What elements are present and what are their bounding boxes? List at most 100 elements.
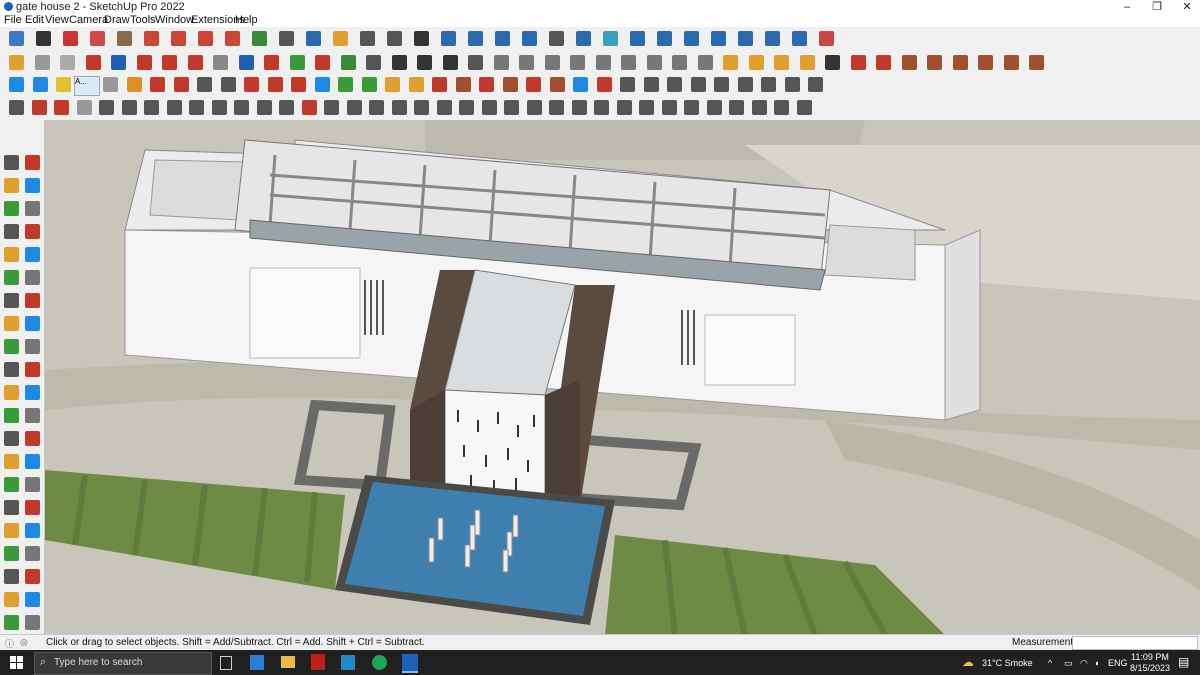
sandbox-icon[interactable] (4, 592, 19, 607)
tb2-tool-icon[interactable] (544, 55, 560, 70)
tb3-tool-icon[interactable] (761, 77, 776, 92)
taskbar-app-calculator-icon[interactable] (250, 655, 264, 670)
tb1-tool-icon[interactable] (90, 31, 105, 46)
tb2-tool-icon[interactable] (825, 55, 840, 70)
tb3-tool-icon[interactable] (737, 77, 753, 92)
tb1-tool-icon[interactable] (117, 31, 132, 46)
tb2-tool-icon[interactable] (315, 55, 330, 70)
tb4-tool-icon[interactable] (54, 100, 69, 115)
tb4-tool-icon[interactable] (729, 100, 744, 115)
arc-3pt-icon[interactable] (4, 316, 19, 331)
menu-edit[interactable]: Edit (25, 14, 44, 27)
tb2-tool-icon[interactable] (111, 55, 126, 70)
tb1-tool-icon[interactable] (306, 31, 321, 46)
protractor-icon[interactable] (4, 431, 19, 446)
tb3-tool-icon[interactable] (808, 77, 823, 92)
tb4-tool-icon[interactable] (639, 100, 654, 115)
tb1-tool-icon[interactable] (171, 31, 186, 46)
look-around-icon[interactable] (25, 546, 40, 561)
tb2-tool-icon[interactable] (340, 55, 356, 70)
tb4-tool-icon[interactable] (279, 100, 294, 115)
tb1-tool-icon[interactable] (36, 31, 51, 46)
zoom-icon[interactable] (4, 500, 19, 515)
component-icon[interactable] (4, 201, 19, 216)
tb2-tool-icon[interactable] (9, 55, 24, 70)
tb2-tool-icon[interactable] (1003, 55, 1019, 70)
acrobat-icon[interactable] (311, 654, 325, 670)
active-tool-tooltip[interactable]: A... (74, 76, 100, 96)
tb4-tool-icon[interactable] (256, 100, 272, 115)
rotated-rectangle-icon[interactable] (25, 247, 40, 262)
tb1-tool-icon[interactable] (711, 31, 726, 46)
tb1-tool-icon[interactable] (252, 31, 267, 46)
tb2-tool-icon[interactable] (672, 55, 687, 70)
tb2-tool-icon[interactable] (850, 55, 866, 70)
tb2-tool-icon[interactable] (1029, 55, 1044, 70)
previous-view-icon[interactable] (25, 523, 40, 538)
tb3-tool-icon[interactable] (244, 77, 259, 92)
rectangle-icon[interactable] (4, 247, 19, 262)
tb3-tool-icon[interactable] (479, 77, 494, 92)
store-icon[interactable] (341, 655, 355, 670)
tb3-tool-icon[interactable] (9, 77, 24, 92)
windows-start-icon[interactable] (10, 656, 23, 669)
tb1-tool-icon[interactable] (441, 31, 456, 46)
position-camera-icon[interactable] (4, 546, 19, 561)
tb4-tool-icon[interactable] (189, 100, 204, 115)
tb4-tool-icon[interactable] (661, 100, 677, 115)
tb3-tool-icon[interactable] (361, 77, 377, 92)
tb4-tool-icon[interactable] (76, 100, 92, 115)
push-pull-icon[interactable] (25, 339, 40, 354)
select-icon[interactable] (4, 155, 19, 170)
tb4-tool-icon[interactable] (616, 100, 632, 115)
tb3-tool-icon[interactable] (432, 77, 447, 92)
tb2-tool-icon[interactable] (621, 55, 636, 70)
tb2-tool-icon[interactable] (289, 55, 305, 70)
tb3-tool-icon[interactable] (173, 77, 189, 92)
file-explorer-icon[interactable] (281, 656, 295, 668)
tb2-tool-icon[interactable] (876, 55, 891, 70)
tb1-tool-icon[interactable] (576, 31, 591, 46)
axes-icon[interactable] (25, 431, 40, 446)
tb4-tool-icon[interactable] (99, 100, 114, 115)
tb3-tool-icon[interactable] (150, 77, 165, 92)
tb1-tool-icon[interactable] (765, 31, 780, 46)
3d-text-icon[interactable] (25, 454, 40, 469)
dimension-icon[interactable] (4, 454, 19, 469)
tb4-tool-icon[interactable] (504, 100, 519, 115)
sketchup-taskbar-icon[interactable] (402, 654, 418, 673)
tb1-tool-icon[interactable] (657, 31, 672, 46)
menu-view[interactable]: View (45, 14, 69, 27)
tb4-tool-icon[interactable] (346, 100, 362, 115)
tb4-tool-icon[interactable] (684, 100, 699, 115)
menu-tools[interactable]: Tools (130, 14, 156, 27)
tb1-tool-icon[interactable] (333, 31, 348, 46)
menu-help[interactable]: Help (235, 14, 258, 27)
tb2-tool-icon[interactable] (238, 55, 254, 70)
tb2-tool-icon[interactable] (595, 55, 611, 70)
tb2-tool-icon[interactable] (136, 55, 152, 70)
follow-me-icon[interactable] (25, 362, 40, 377)
orbit-icon-2[interactable] (4, 477, 19, 492)
edge-icon[interactable] (372, 655, 387, 670)
tb4-tool-icon[interactable] (594, 100, 609, 115)
tb2-tool-icon[interactable] (748, 55, 764, 70)
tb1-tool-icon[interactable] (198, 31, 213, 46)
tb3-tool-icon[interactable] (596, 77, 612, 92)
tb2-tool-icon[interactable] (417, 55, 432, 70)
tb3-tool-icon[interactable] (502, 77, 518, 92)
language-indicator[interactable]: ENG (1108, 658, 1128, 668)
tb2-tool-icon[interactable] (85, 55, 101, 70)
tb2-tool-icon[interactable] (493, 55, 509, 70)
tb1-tool-icon[interactable] (684, 31, 699, 46)
tb4-tool-icon[interactable] (549, 100, 564, 115)
tb4-tool-icon[interactable] (751, 100, 767, 115)
walk-icon[interactable] (4, 569, 19, 584)
tb1-tool-icon[interactable] (225, 31, 240, 46)
tb1-tool-icon[interactable] (630, 31, 645, 46)
tb3-tool-icon[interactable] (220, 77, 236, 92)
tb3-tool-icon[interactable] (573, 77, 588, 92)
tb3-tool-icon[interactable] (549, 77, 565, 92)
tb3-tool-icon[interactable] (291, 77, 306, 92)
tb2-tool-icon[interactable] (213, 55, 228, 70)
